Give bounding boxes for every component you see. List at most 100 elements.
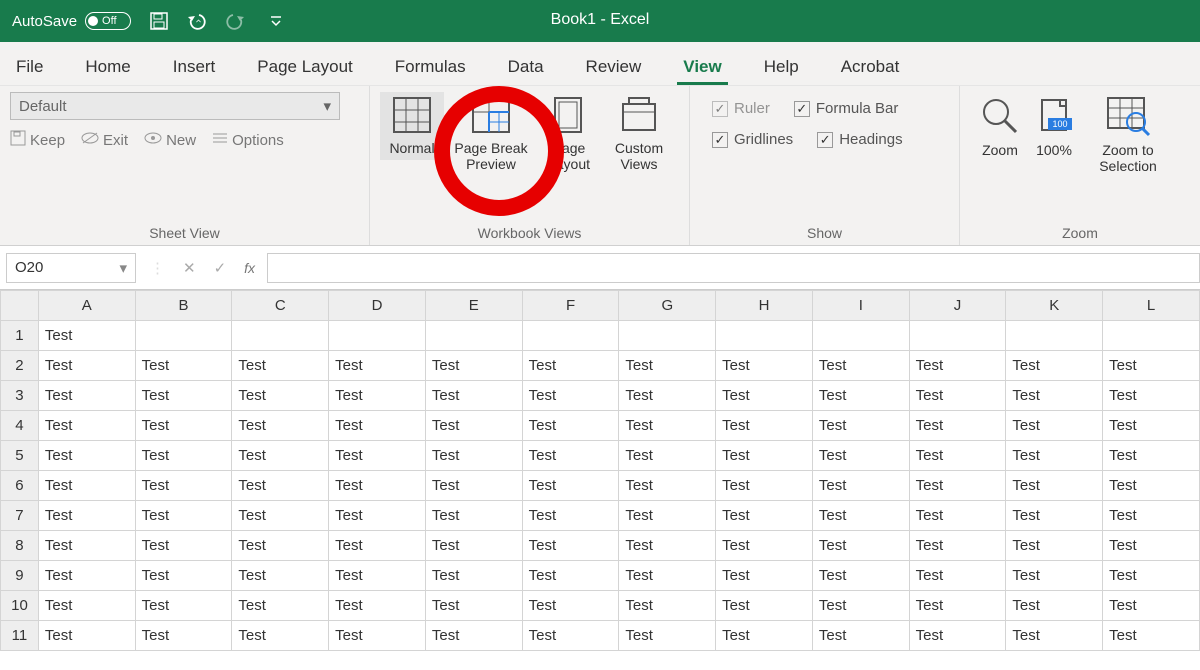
- toggle-switch[interactable]: Off: [85, 12, 131, 30]
- cell[interactable]: Test: [329, 441, 426, 471]
- cell[interactable]: Test: [716, 471, 813, 501]
- cell[interactable]: [812, 321, 909, 351]
- cell[interactable]: Test: [329, 381, 426, 411]
- ruler-checkbox[interactable]: ✓ Ruler: [712, 100, 770, 117]
- sheet-view-keep[interactable]: Keep: [10, 130, 65, 150]
- cell[interactable]: Test: [909, 411, 1006, 441]
- cell[interactable]: Test: [135, 501, 232, 531]
- row-header[interactable]: 5: [1, 441, 39, 471]
- cell[interactable]: Test: [619, 531, 716, 561]
- custom-views-button[interactable]: Custom Views: [604, 92, 674, 176]
- tab-home[interactable]: Home: [79, 47, 136, 85]
- cell[interactable]: Test: [135, 621, 232, 651]
- headings-checkbox[interactable]: ✓ Headings: [817, 131, 902, 148]
- cell[interactable]: [522, 321, 619, 351]
- cell[interactable]: Test: [135, 531, 232, 561]
- cell[interactable]: Test: [1103, 591, 1200, 621]
- enter-icon[interactable]: ✓: [214, 259, 227, 277]
- cell[interactable]: Test: [1006, 501, 1103, 531]
- cell[interactable]: Test: [716, 411, 813, 441]
- cell[interactable]: Test: [1103, 621, 1200, 651]
- cell[interactable]: Test: [232, 621, 329, 651]
- cell[interactable]: Test: [909, 591, 1006, 621]
- cell[interactable]: Test: [1103, 471, 1200, 501]
- cell[interactable]: Test: [135, 561, 232, 591]
- cell[interactable]: Test: [619, 381, 716, 411]
- row-header[interactable]: 2: [1, 351, 39, 381]
- cancel-icon[interactable]: ✕: [183, 259, 196, 277]
- sheet-view-select[interactable]: Default ▾: [10, 92, 340, 120]
- cell[interactable]: Test: [425, 501, 522, 531]
- cell[interactable]: Test: [619, 561, 716, 591]
- column-header[interactable]: F: [522, 291, 619, 321]
- cell[interactable]: Test: [232, 381, 329, 411]
- cell[interactable]: Test: [522, 471, 619, 501]
- cell[interactable]: Test: [812, 501, 909, 531]
- tab-acrobat[interactable]: Acrobat: [835, 47, 906, 85]
- cell[interactable]: Test: [329, 531, 426, 561]
- tab-data[interactable]: Data: [502, 47, 550, 85]
- cell[interactable]: Test: [812, 471, 909, 501]
- cell[interactable]: Test: [716, 621, 813, 651]
- tab-review[interactable]: Review: [580, 47, 648, 85]
- cell[interactable]: Test: [135, 411, 232, 441]
- cell[interactable]: Test: [425, 351, 522, 381]
- cell[interactable]: Test: [38, 501, 135, 531]
- cell[interactable]: Test: [909, 381, 1006, 411]
- cell[interactable]: Test: [619, 411, 716, 441]
- cell[interactable]: [232, 321, 329, 351]
- cell[interactable]: Test: [232, 561, 329, 591]
- cell[interactable]: [1006, 321, 1103, 351]
- cell[interactable]: Test: [38, 621, 135, 651]
- column-header[interactable]: G: [619, 291, 716, 321]
- tab-file[interactable]: File: [10, 47, 49, 85]
- tab-view[interactable]: View: [677, 47, 727, 85]
- zoom-100-button[interactable]: 100 100%: [1034, 96, 1074, 158]
- cell[interactable]: Test: [38, 561, 135, 591]
- cell[interactable]: Test: [1103, 381, 1200, 411]
- column-header[interactable]: J: [909, 291, 1006, 321]
- column-header[interactable]: E: [425, 291, 522, 321]
- cell[interactable]: Test: [812, 381, 909, 411]
- zoom-to-selection-button[interactable]: Zoom to Selection: [1088, 96, 1168, 174]
- cell[interactable]: Test: [135, 381, 232, 411]
- cell[interactable]: Test: [619, 441, 716, 471]
- cell[interactable]: Test: [1103, 351, 1200, 381]
- cell[interactable]: Test: [619, 591, 716, 621]
- cell[interactable]: Test: [425, 411, 522, 441]
- column-header[interactable]: B: [135, 291, 232, 321]
- cell[interactable]: Test: [812, 441, 909, 471]
- sheet-view-options[interactable]: Options: [212, 131, 284, 149]
- cell[interactable]: Test: [425, 381, 522, 411]
- cell[interactable]: Test: [425, 561, 522, 591]
- cell[interactable]: Test: [1006, 381, 1103, 411]
- cell[interactable]: Test: [329, 351, 426, 381]
- cell[interactable]: [1103, 321, 1200, 351]
- cell[interactable]: Test: [522, 531, 619, 561]
- cell[interactable]: Test: [812, 591, 909, 621]
- cell[interactable]: Test: [812, 351, 909, 381]
- cell[interactable]: [909, 321, 1006, 351]
- cell[interactable]: Test: [232, 501, 329, 531]
- undo-icon[interactable]: [185, 11, 211, 31]
- cell[interactable]: Test: [1103, 411, 1200, 441]
- row-header[interactable]: 1: [1, 321, 39, 351]
- cell[interactable]: Test: [522, 501, 619, 531]
- cell[interactable]: [716, 321, 813, 351]
- cell[interactable]: Test: [909, 561, 1006, 591]
- cell[interactable]: Test: [425, 531, 522, 561]
- cell[interactable]: Test: [909, 351, 1006, 381]
- cell[interactable]: Test: [1006, 471, 1103, 501]
- cell[interactable]: Test: [716, 591, 813, 621]
- redo-icon[interactable]: [227, 11, 253, 31]
- cell[interactable]: Test: [716, 351, 813, 381]
- cell[interactable]: Test: [329, 561, 426, 591]
- tab-page-layout[interactable]: Page Layout: [251, 47, 358, 85]
- row-header[interactable]: 3: [1, 381, 39, 411]
- cell[interactable]: Test: [1006, 441, 1103, 471]
- cell[interactable]: [329, 321, 426, 351]
- cell[interactable]: Test: [232, 531, 329, 561]
- cell[interactable]: Test: [38, 351, 135, 381]
- cell[interactable]: Test: [329, 591, 426, 621]
- cell[interactable]: Test: [909, 531, 1006, 561]
